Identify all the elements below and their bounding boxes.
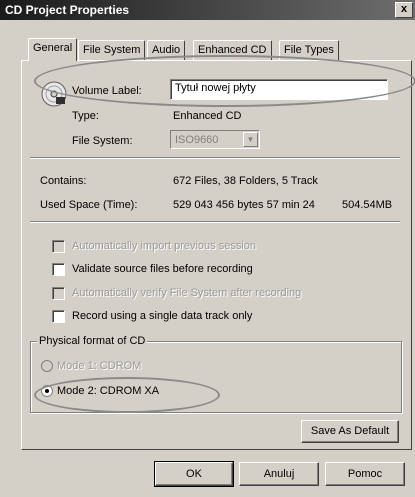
tab-file-system[interactable]: File System [78, 40, 146, 60]
tab-audio[interactable]: Audio [147, 40, 186, 60]
verify-file-system-label: Automatically verify File System after r… [72, 287, 302, 299]
separator [30, 157, 400, 159]
mode2-radio[interactable] [41, 385, 53, 397]
type-caption: Type: [72, 110, 99, 122]
physical-format-group: Physical format of CD Mode 1: CDROM Mode… [30, 335, 402, 413]
mode1-radio[interactable] [41, 360, 53, 372]
used-space-mb: 504.54MB [342, 199, 393, 211]
import-session-label: Automatically import previous session [72, 240, 257, 252]
contains-value: 672 Files, 38 Folders, 5 Track [173, 175, 318, 187]
verify-file-system-checkbox[interactable] [52, 287, 65, 300]
single-track-label: Record using a single data track only [72, 310, 253, 322]
file-system-caption: File System: [72, 135, 133, 147]
used-space-value: 529 043 456 bytes 57 min 24 [173, 199, 315, 211]
window-title: CD Project Properties [5, 3, 130, 17]
type-value: Enhanced CD [173, 110, 242, 122]
close-button[interactable]: x [395, 2, 413, 18]
title-bar: CD Project Properties x [0, 0, 415, 20]
chevron-down-icon: ▼ [243, 132, 258, 147]
single-track-checkbox[interactable] [52, 310, 65, 323]
ok-button[interactable]: OK [154, 461, 234, 487]
cd-icon [41, 81, 67, 107]
separator [30, 221, 400, 223]
mode1-label: Mode 1: CDROM [57, 360, 142, 372]
mode2-label: Mode 2: CDROM XA [57, 385, 160, 397]
tab-file-types[interactable]: File Types [279, 40, 339, 60]
used-space-caption: Used Space (Time): [40, 199, 138, 211]
import-session-checkbox[interactable] [52, 240, 65, 253]
contains-caption: Contains: [40, 175, 87, 187]
validate-files-label: Validate source files before recording [72, 263, 253, 275]
volume-label-caption: Volume Label: [72, 85, 142, 97]
validate-files-checkbox[interactable] [52, 263, 65, 276]
general-panel: Volume Label: Tytuł nowej płyty Type: En… [21, 60, 412, 450]
tab-general[interactable]: General [28, 38, 78, 61]
cancel-button[interactable]: Anuluj [239, 462, 319, 486]
file-system-select[interactable]: ISO9660 ▼ [170, 130, 260, 149]
volume-label-input[interactable]: Tytuł nowej płyty [170, 79, 388, 100]
physical-format-label: Physical format of CD [37, 335, 148, 347]
save-as-default-button[interactable]: Save As Default [301, 420, 399, 443]
tab-enhanced-cd[interactable]: Enhanced CD [193, 40, 272, 60]
help-button[interactable]: Pomoc [325, 462, 405, 486]
file-system-value: ISO9660 [175, 134, 219, 146]
